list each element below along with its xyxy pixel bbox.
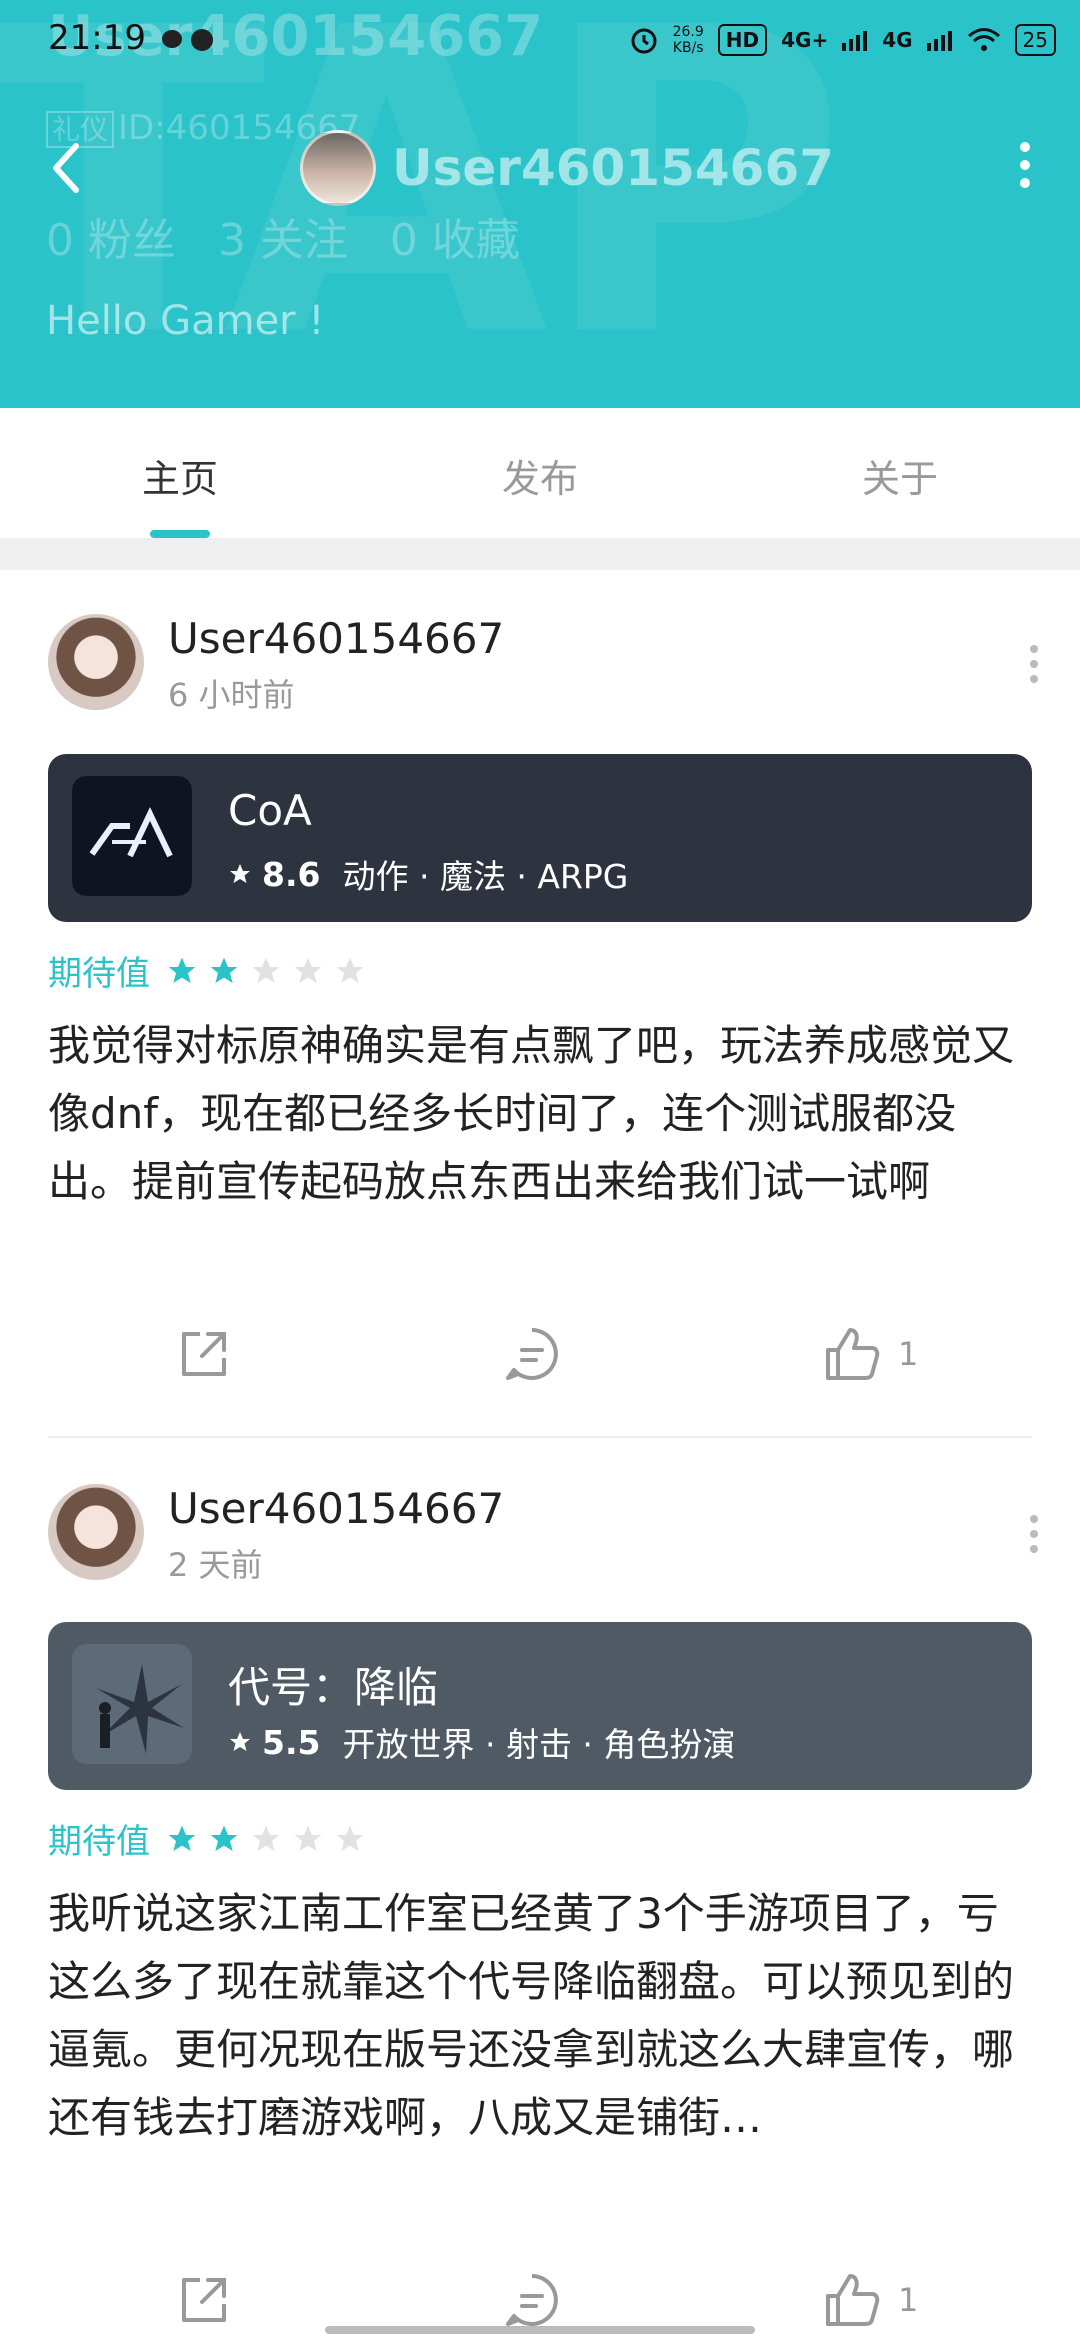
game-name: CoA	[228, 786, 312, 835]
game-card[interactable]: CoA 8.6 动作 · 魔法 · ARPG	[48, 754, 1032, 922]
star-empty-icon	[294, 1825, 322, 1851]
star-empty-icon	[294, 957, 322, 983]
like-button[interactable]: 1	[820, 2260, 918, 2340]
more-vertical-icon[interactable]	[1018, 140, 1032, 190]
wifi-icon	[967, 28, 1000, 51]
nav-avatar	[300, 130, 376, 206]
tab-about[interactable]: 关于	[800, 448, 1000, 503]
game-meta: 8.6 动作 · 魔法 · ARPG	[228, 850, 628, 898]
rating-stars	[166, 955, 366, 987]
profile-header: TAP User460154667 21:19 26.9 KB/s HD 4G+ …	[0, 0, 1080, 408]
share-icon	[182, 2278, 226, 2322]
share-button[interactable]	[172, 1314, 236, 1394]
avatar[interactable]	[48, 1484, 144, 1580]
comment-icon	[506, 2274, 558, 2326]
star-empty-icon	[336, 957, 364, 983]
hd-badge: HD	[717, 24, 768, 56]
tab-home[interactable]: 主页	[80, 448, 280, 503]
star-empty-icon	[252, 957, 280, 983]
battery-icon: 25	[1014, 24, 1056, 56]
expectation-label: 期待值	[48, 1822, 150, 1862]
tab-active-indicator	[150, 530, 210, 538]
game-name: 代号：降临	[228, 1663, 439, 1712]
profile-tabs: 主页 发布 关于	[0, 408, 1080, 538]
thumbs-up-icon	[826, 2274, 880, 2326]
status-right: 26.9 KB/s HD 4G+ 4G 25	[629, 20, 1056, 60]
star-empty-icon	[252, 1825, 280, 1851]
post-time: 2 天前	[168, 1546, 263, 1584]
notification-icons	[160, 26, 220, 58]
wechat-notification-icon	[162, 29, 213, 51]
more-vertical-icon[interactable]	[1028, 1514, 1040, 1554]
signal-icon-2	[926, 31, 952, 51]
game-tags: 动作 · 魔法 · ARPG	[342, 857, 629, 896]
status-time: 21:19	[48, 18, 146, 58]
game-score: 5.5	[262, 1722, 321, 1762]
network-4g-plus: 4G+	[781, 28, 829, 52]
more-vertical-icon[interactable]	[1028, 644, 1040, 684]
post-actions: 1	[0, 1314, 1080, 1394]
status-bar: User460154667 21:19 26.9 KB/s HD 4G+ 4G 2…	[0, 0, 1080, 80]
network-4g: 4G	[882, 28, 913, 52]
star-filled-icon	[168, 957, 196, 983]
avatar[interactable]	[48, 614, 144, 710]
post-time: 6 小时前	[168, 676, 295, 714]
comment-icon	[506, 1328, 558, 1380]
game-card[interactable]: 代号：降临 5.5 开放世界 · 射击 · 角色扮演	[48, 1622, 1032, 1790]
game-tags: 开放世界 · 射击 · 角色扮演	[342, 1725, 736, 1764]
nav-title: User460154667	[300, 130, 834, 206]
game-icon-coa	[72, 776, 192, 896]
home-indicator[interactable]	[325, 2326, 755, 2334]
comment-button[interactable]	[500, 1314, 564, 1394]
back-arrow-icon[interactable]	[46, 138, 86, 198]
star-icon	[230, 1732, 250, 1751]
star-empty-icon	[336, 1825, 364, 1851]
game-icon-codename-advent	[72, 1644, 192, 1764]
share-button[interactable]	[172, 2260, 236, 2340]
signal-icon-1	[842, 31, 868, 51]
alarm-icon	[631, 28, 657, 54]
post-divider	[48, 1436, 1032, 1438]
expectation-rating: 期待值	[48, 946, 366, 995]
thumbs-up-icon	[826, 1328, 880, 1380]
post-username[interactable]: User460154667	[168, 614, 504, 663]
section-separator	[0, 538, 1080, 570]
post-body[interactable]: 我听说这家江南工作室已经黄了3个手游项目了，亏这么多了现在就靠这个代号降临翻盘。…	[48, 1880, 1032, 2152]
post-username[interactable]: User460154667	[168, 1484, 504, 1533]
post-body[interactable]: 我觉得对标原神确实是有点飘了吧，玩法养成感觉又像dnf，现在都已经多长时间了，连…	[48, 1012, 1032, 1216]
tab-published[interactable]: 发布	[440, 448, 640, 503]
like-count: 1	[898, 1335, 919, 1373]
rating-stars	[166, 1823, 366, 1855]
expectation-label: 期待值	[48, 954, 150, 994]
profile-stats-ghost: 0 粉丝 3 关注 0 收藏	[46, 215, 520, 266]
star-filled-icon	[210, 957, 238, 983]
star-icon	[230, 864, 250, 883]
like-button[interactable]: 1	[820, 1314, 918, 1394]
network-speed: 26.9 KB/s	[672, 24, 704, 56]
profile-bio: Hello Gamer !	[46, 298, 325, 344]
game-meta: 5.5 开放世界 · 射击 · 角色扮演	[228, 1718, 735, 1766]
game-score: 8.6	[262, 854, 321, 894]
share-icon	[182, 1332, 226, 1376]
star-filled-icon	[210, 1825, 238, 1851]
star-filled-icon	[168, 1825, 196, 1851]
like-count: 1	[898, 2281, 919, 2319]
expectation-rating: 期待值	[48, 1814, 366, 1863]
